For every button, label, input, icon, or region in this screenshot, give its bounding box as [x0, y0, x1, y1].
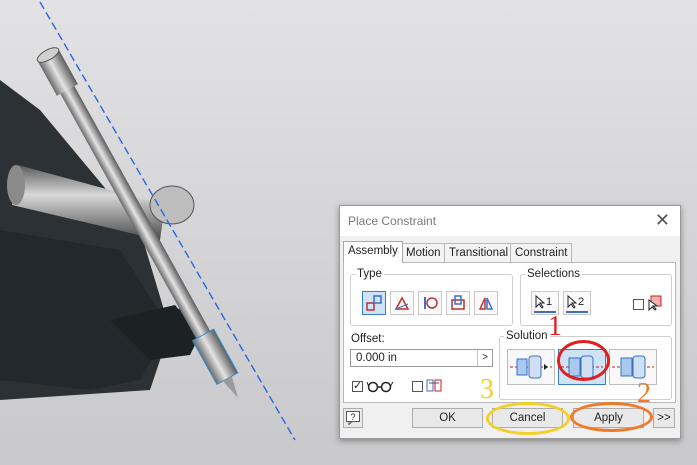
- pick-part-first-icon: [648, 295, 662, 311]
- selection-1-label: 1: [546, 296, 553, 308]
- tangent-icon[interactable]: [418, 291, 442, 315]
- expand-button[interactable]: >>: [653, 408, 675, 428]
- mate-solution-icon[interactable]: [507, 349, 555, 385]
- tab-transitional[interactable]: Transitional: [444, 243, 514, 262]
- offset-value: 0.000 in: [356, 352, 397, 364]
- glasses-icon: [366, 381, 394, 393]
- solution-label: Solution: [506, 330, 548, 342]
- close-icon[interactable]: ✕: [655, 210, 670, 230]
- offset-label: Offset:: [351, 333, 385, 345]
- assembly-panel: Type Selections 1 2 Offset: 0.000 in > ✓…: [343, 262, 676, 403]
- ok-button[interactable]: OK: [412, 408, 483, 428]
- help-button[interactable]: ?: [343, 408, 363, 428]
- predict-offset-icon: [426, 379, 442, 392]
- selection-2-button[interactable]: 2: [563, 291, 591, 315]
- help-icon: ?: [346, 411, 360, 425]
- tab-constraint-set[interactable]: Constraint Set: [510, 243, 573, 277]
- predict-offset-checkbox[interactable]: [412, 381, 423, 392]
- offset-menu-arrow[interactable]: >: [477, 350, 492, 366]
- show-preview-checkbox[interactable]: [352, 379, 363, 392]
- annotation-number-1: 1: [548, 311, 562, 342]
- insert-icon[interactable]: [446, 291, 470, 315]
- dialog-title: Place Constraint: [348, 214, 437, 228]
- selection-2-label: 2: [578, 296, 585, 308]
- pick-part-first-checkbox[interactable]: [633, 299, 644, 310]
- angle-icon[interactable]: [390, 291, 414, 315]
- tab-assembly[interactable]: Assembly: [343, 241, 403, 263]
- annotation-ellipse-3: [486, 402, 570, 435]
- titlebar: Place Constraint ✕: [340, 206, 680, 236]
- symmetry-icon[interactable]: [474, 291, 498, 315]
- annotation-number-2: 2: [637, 378, 651, 409]
- mate-icon[interactable]: [362, 291, 386, 315]
- cursor-arrow-icon: [567, 295, 577, 309]
- annotation-ellipse-1: [557, 340, 610, 381]
- annotation-number-3: 3: [480, 374, 494, 405]
- offset-input[interactable]: 0.000 in >: [350, 349, 493, 367]
- help-glyph: ?: [350, 412, 355, 422]
- selections-label: Selections: [527, 268, 581, 280]
- cursor-arrow-icon: [535, 295, 545, 309]
- type-label: Type: [357, 268, 382, 280]
- tab-motion[interactable]: Motion: [401, 243, 446, 262]
